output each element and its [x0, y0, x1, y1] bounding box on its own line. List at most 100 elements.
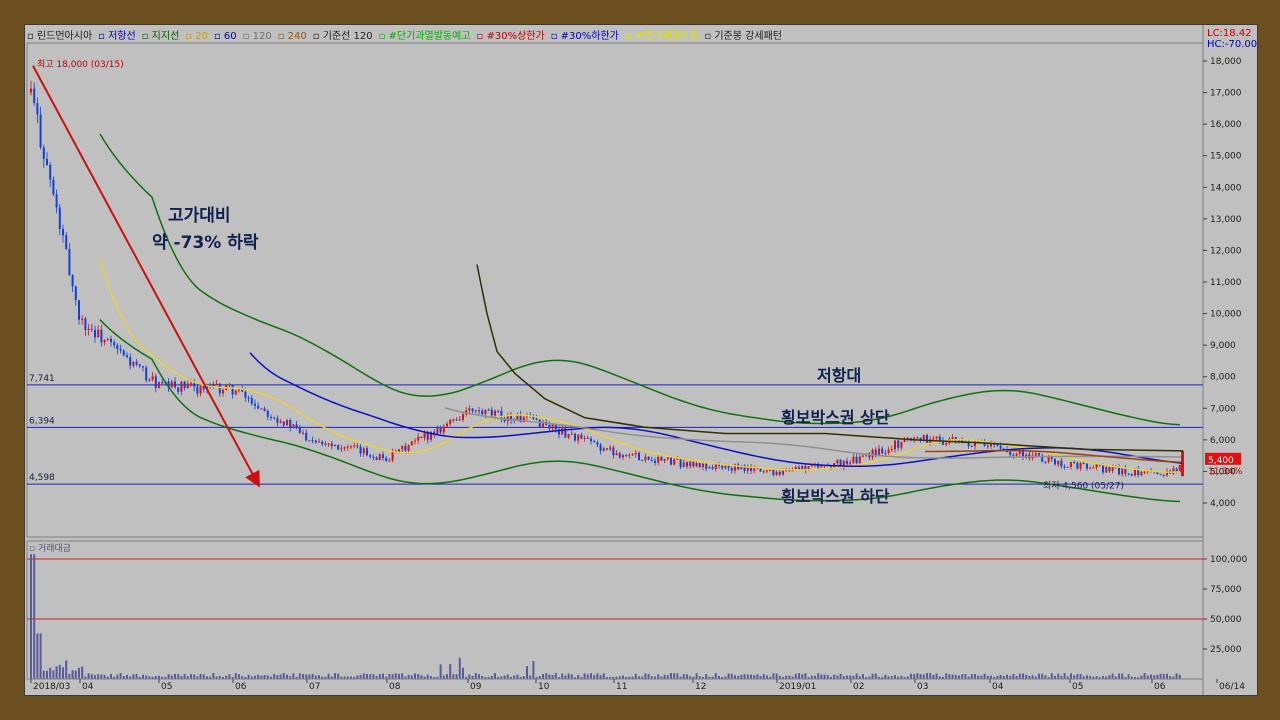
candle-body	[484, 409, 487, 414]
volume-bar	[746, 674, 749, 679]
candle-body	[388, 460, 391, 462]
candle-body	[222, 390, 224, 394]
candle	[353, 442, 356, 449]
x-tick-label: 2018/03	[33, 682, 70, 692]
candle-body	[1089, 467, 1092, 469]
volume-bar	[551, 675, 554, 679]
candle-body	[238, 389, 240, 391]
candle	[174, 377, 176, 390]
candle-body	[1015, 453, 1018, 456]
candle-body	[494, 410, 496, 416]
candle-body	[1086, 463, 1088, 469]
candle	[154, 373, 157, 393]
volume-bar	[311, 673, 314, 679]
candle	[471, 408, 474, 414]
candle	[49, 162, 52, 188]
candle-body	[87, 328, 90, 331]
x-tick-label: 04	[992, 682, 1004, 692]
volume-bar	[420, 675, 423, 679]
candle	[926, 433, 928, 444]
candle	[634, 450, 637, 458]
candle-body	[1130, 473, 1133, 476]
candle-body	[708, 467, 711, 469]
volume-bar	[673, 673, 676, 679]
volume-panel-title: ▫ 거래대금	[29, 543, 71, 554]
volume-bar	[94, 675, 96, 679]
candle	[538, 418, 541, 428]
candle	[618, 451, 621, 460]
volume-bar	[1044, 675, 1047, 679]
candle	[535, 415, 538, 421]
candle	[1060, 458, 1063, 469]
candle-body	[250, 398, 253, 404]
candle	[1092, 465, 1095, 469]
ma60-line	[249, 352, 1183, 467]
candle	[1012, 453, 1015, 459]
candle	[183, 380, 186, 391]
volume-bar	[695, 673, 698, 679]
candle	[529, 411, 532, 418]
volume-bar	[1025, 674, 1028, 679]
box-bottom-annotation: 횡보박스권 하단	[781, 487, 890, 506]
volume-bar	[682, 674, 685, 679]
candle-body	[455, 419, 458, 421]
candle	[260, 408, 263, 410]
candle	[890, 445, 893, 452]
candle	[311, 436, 314, 444]
candle	[321, 440, 324, 447]
candle	[46, 152, 48, 166]
candle	[465, 407, 468, 417]
volume-bar	[426, 674, 429, 679]
candle	[452, 418, 455, 423]
candle	[666, 457, 669, 461]
candle-body	[289, 420, 292, 428]
volume-bar	[798, 673, 800, 679]
candle-body	[452, 419, 455, 421]
volume-bar	[910, 673, 912, 679]
candle-body	[119, 349, 122, 351]
candle	[401, 445, 404, 453]
candle-body	[1127, 473, 1130, 475]
candle-body	[615, 453, 618, 456]
candle-body	[343, 447, 346, 449]
candle	[324, 441, 327, 447]
candle-body	[711, 467, 714, 470]
volume-bar	[871, 673, 874, 679]
candle-body	[353, 445, 356, 447]
candle-body	[103, 340, 106, 343]
candle-body	[138, 364, 141, 367]
volume-bar	[382, 673, 384, 679]
candle-body	[580, 434, 583, 439]
candle	[852, 453, 855, 464]
candle-body	[97, 329, 100, 338]
candle	[58, 204, 61, 236]
candle	[231, 384, 234, 399]
candle-body	[417, 436, 420, 441]
horizontal-level-label: 6,394	[29, 416, 55, 426]
candle-body	[30, 88, 32, 93]
candle-body	[324, 443, 327, 445]
candle	[94, 325, 96, 343]
candle	[881, 446, 884, 455]
candle-body	[356, 445, 359, 447]
candle	[743, 464, 746, 474]
candle-body	[391, 451, 394, 461]
y-tick-label: 17,000	[1210, 89, 1242, 99]
candle	[97, 325, 100, 338]
volume-bar	[369, 674, 372, 679]
volume-bar	[647, 673, 650, 679]
candle-body	[500, 410, 503, 419]
candle-body	[945, 443, 948, 445]
volume-bar	[753, 675, 756, 679]
candle	[52, 176, 55, 197]
candle-body	[350, 446, 352, 448]
candle	[100, 324, 103, 347]
candle	[289, 418, 292, 432]
candle	[1063, 464, 1066, 470]
candle	[1121, 467, 1124, 477]
volume-y-tick-label: 50,000	[1210, 615, 1242, 625]
candle-body	[846, 460, 848, 464]
candle	[846, 457, 848, 467]
volume-bar	[958, 675, 960, 679]
candle	[74, 285, 77, 306]
